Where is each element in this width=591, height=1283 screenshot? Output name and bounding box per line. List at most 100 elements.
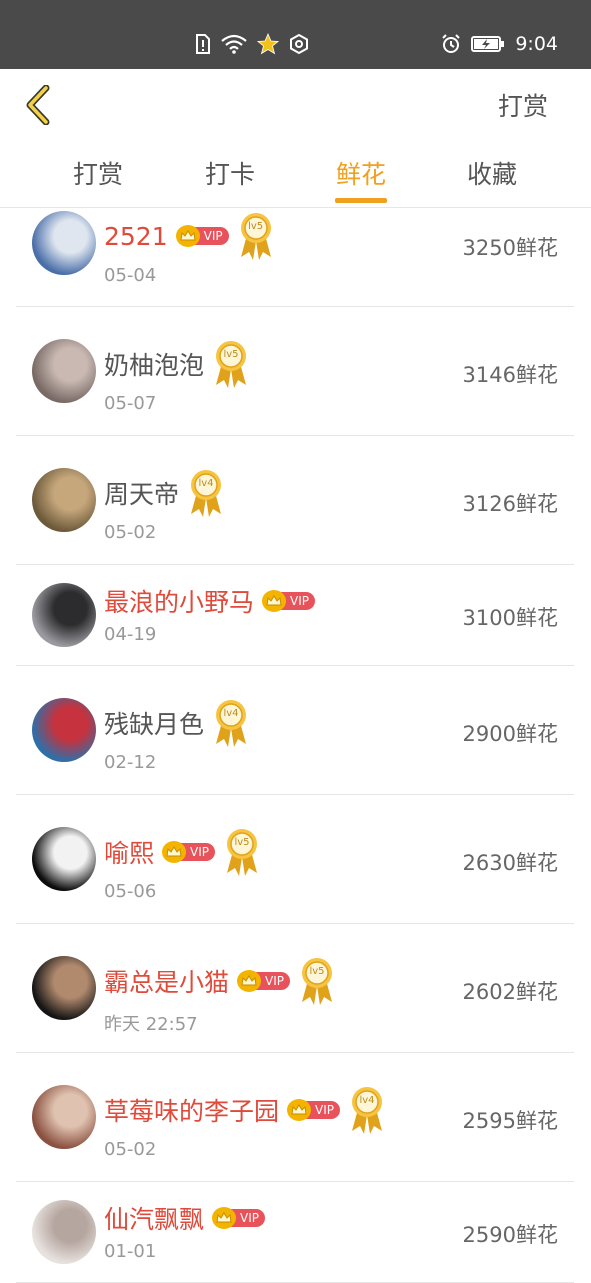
- list-item[interactable]: 最浪的小野马 VIP 04-19 3100鲜花: [16, 565, 574, 666]
- date-text: 05-04: [104, 265, 157, 286]
- vip-badge: VIP: [237, 970, 290, 992]
- level-label: lv4: [198, 478, 214, 489]
- flower-amount: 2630鲜花: [462, 851, 558, 875]
- user-name[interactable]: 霸总是小猫: [104, 963, 229, 999]
- date-text: 04-19: [104, 624, 157, 645]
- date-text: 05-02: [104, 522, 157, 543]
- vip-badge: VIP: [212, 1207, 265, 1229]
- user-name[interactable]: 周天帝: [104, 475, 179, 511]
- list-item[interactable]: 残缺月色 lv4 02-12 2900鲜花: [16, 666, 574, 795]
- date-text: 02-12: [104, 752, 157, 773]
- crown-icon: [262, 590, 287, 612]
- level-medal-icon: lv5: [223, 827, 261, 877]
- flower-amount: 3100鲜花: [462, 606, 558, 630]
- flower-amount: 3146鲜花: [462, 363, 558, 387]
- status-time: 9:04: [515, 33, 558, 55]
- back-button[interactable]: [22, 85, 56, 125]
- level-label: lv5: [309, 966, 325, 977]
- date-text: 01-01: [104, 1241, 157, 1262]
- level-label: lv5: [234, 837, 250, 848]
- vip-badge: VIP: [175, 225, 229, 247]
- crown-icon: [212, 1207, 237, 1229]
- reward-button[interactable]: 打赏: [498, 87, 548, 123]
- name-line: 草莓味的李子园 VIP lv4: [104, 1085, 386, 1135]
- status-icons-right: 9:04: [441, 30, 558, 58]
- flower-amount: 2590鲜花: [462, 1223, 558, 1247]
- date-text: 05-07: [104, 393, 157, 414]
- crown-icon: [175, 225, 200, 247]
- date-text: 05-02: [104, 1139, 157, 1160]
- avatar[interactable]: [32, 956, 96, 1020]
- battery-icon: [471, 36, 505, 52]
- user-name[interactable]: 草莓味的李子园: [104, 1092, 279, 1128]
- name-line: 最浪的小野马 VIP: [104, 583, 315, 619]
- flower-amount: 3250鲜花: [462, 236, 558, 260]
- name-line: 残缺月色 lv4: [104, 698, 250, 748]
- sim-alert-icon: [196, 34, 210, 54]
- vip-badge: VIP: [162, 841, 215, 863]
- flower-amount: 2602鲜花: [462, 980, 558, 1004]
- star-icon: [257, 33, 279, 55]
- name-line: 仙汽飘飘 VIP: [104, 1200, 265, 1236]
- vip-badge: VIP: [287, 1099, 340, 1121]
- ranking-list: 2521 VIP lv5 05-04 3250鲜花奶柚泡泡 lv5 05-07 3146鲜花周…: [16, 208, 574, 1283]
- flower-amount: 2595鲜花: [462, 1109, 558, 1133]
- user-name[interactable]: 最浪的小野马: [104, 583, 254, 619]
- avatar[interactable]: [32, 583, 96, 647]
- list-item[interactable]: 喻熙 VIP lv5 05-06 2630鲜花: [16, 795, 574, 924]
- crown-icon: [162, 841, 187, 863]
- tab-checkin[interactable]: 打卡: [175, 155, 285, 191]
- user-name[interactable]: 奶柚泡泡: [104, 346, 204, 382]
- level-label: lv5: [248, 221, 264, 232]
- level-medal-icon: lv5: [237, 211, 275, 261]
- level-label: lv4: [359, 1095, 375, 1106]
- wifi-icon: [221, 34, 247, 54]
- name-line: 霸总是小猫 VIP lv5: [104, 956, 336, 1006]
- list-item[interactable]: 仙汽飘飘 VIP 01-01 2590鲜花: [16, 1182, 574, 1283]
- user-name[interactable]: 2521: [104, 222, 168, 251]
- avatar[interactable]: [32, 698, 96, 762]
- level-medal-icon: lv4: [187, 468, 225, 518]
- level-medal-icon: lv5: [298, 956, 336, 1006]
- name-line: 周天帝 lv4: [104, 468, 225, 518]
- header: 打赏: [0, 69, 591, 139]
- list-item[interactable]: 2521 VIP lv5 05-04 3250鲜花: [16, 208, 574, 307]
- active-tab-indicator: [335, 198, 387, 203]
- avatar[interactable]: [32, 468, 96, 532]
- user-name[interactable]: 仙汽飘飘: [104, 1200, 204, 1236]
- user-name[interactable]: 残缺月色: [104, 705, 204, 741]
- status-icons-left: [195, 30, 309, 58]
- avatar[interactable]: [32, 827, 96, 891]
- flower-amount: 3126鲜花: [462, 492, 558, 516]
- alarm-icon: [442, 34, 461, 53]
- level-medal-icon: lv4: [212, 698, 250, 748]
- name-line: 喻熙 VIP lv5: [104, 827, 261, 877]
- user-name[interactable]: 喻熙: [104, 834, 154, 870]
- tab-favorites[interactable]: 收藏: [437, 155, 547, 191]
- list-item[interactable]: 霸总是小猫 VIP lv5 昨天 22:57 2602鲜花: [16, 924, 574, 1053]
- name-line: 2521 VIP lv5: [104, 211, 275, 261]
- status-bar: 9:04: [0, 0, 591, 69]
- list-item[interactable]: 奶柚泡泡 lv5 05-07 3146鲜花: [16, 307, 574, 436]
- avatar[interactable]: [32, 1200, 96, 1264]
- crown-icon: [237, 970, 262, 992]
- flower-amount: 2900鲜花: [462, 722, 558, 746]
- list-item[interactable]: 周天帝 lv4 05-02 3126鲜花: [16, 436, 574, 565]
- avatar[interactable]: [32, 211, 96, 275]
- tab-flowers[interactable]: 鲜花: [306, 155, 416, 191]
- level-label: lv4: [223, 708, 239, 719]
- level-medal-icon: lv5: [212, 339, 250, 389]
- date-text: 昨天 22:57: [104, 1014, 198, 1035]
- hexagon-icon: [290, 34, 308, 54]
- avatar[interactable]: [32, 1085, 96, 1149]
- list-item[interactable]: 草莓味的李子园 VIP lv4 05-02 2595鲜花: [16, 1053, 574, 1182]
- tab-reward[interactable]: 打赏: [43, 155, 153, 191]
- vip-badge: VIP: [262, 590, 315, 612]
- tab-bar: 打赏 打卡 鲜花 收藏: [0, 139, 591, 208]
- date-text: 05-06: [104, 881, 157, 902]
- name-line: 奶柚泡泡 lv5: [104, 339, 250, 389]
- level-medal-icon: lv4: [348, 1085, 386, 1135]
- level-label: lv5: [223, 349, 239, 360]
- crown-icon: [287, 1099, 312, 1121]
- avatar[interactable]: [32, 339, 96, 403]
